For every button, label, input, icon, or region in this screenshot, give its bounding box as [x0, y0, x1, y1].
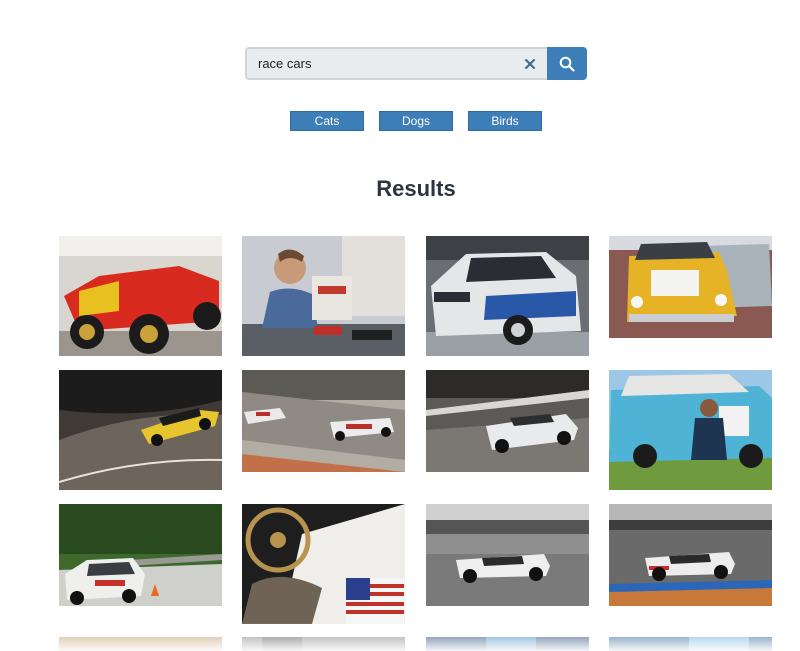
result-image[interactable]	[609, 504, 772, 606]
chip-cats[interactable]: Cats	[290, 111, 364, 131]
search-submit-button[interactable]	[547, 47, 587, 80]
result-image[interactable]	[242, 637, 405, 651]
result-image[interactable]	[242, 504, 405, 624]
result-image[interactable]	[242, 236, 405, 356]
result-image[interactable]	[59, 504, 222, 606]
result-image[interactable]	[426, 370, 589, 472]
result-image[interactable]	[426, 236, 589, 356]
result-image[interactable]	[609, 370, 772, 490]
search-icon	[559, 56, 575, 72]
close-icon	[525, 59, 535, 69]
result-image[interactable]	[426, 637, 589, 651]
suggestion-chips: Cats Dogs Birds	[0, 111, 800, 131]
chip-birds[interactable]: Birds	[468, 111, 542, 131]
clear-search-button[interactable]	[521, 55, 539, 73]
result-image[interactable]	[609, 236, 772, 338]
search-bar	[245, 47, 587, 80]
result-image[interactable]	[609, 637, 772, 651]
chip-dogs[interactable]: Dogs	[379, 111, 453, 131]
search-input[interactable]	[245, 47, 547, 80]
result-image[interactable]	[59, 370, 222, 490]
result-image[interactable]	[59, 236, 222, 356]
result-image[interactable]	[242, 370, 405, 472]
result-image[interactable]	[426, 504, 589, 606]
result-image[interactable]	[59, 637, 222, 651]
results-heading: Results	[376, 176, 456, 201]
